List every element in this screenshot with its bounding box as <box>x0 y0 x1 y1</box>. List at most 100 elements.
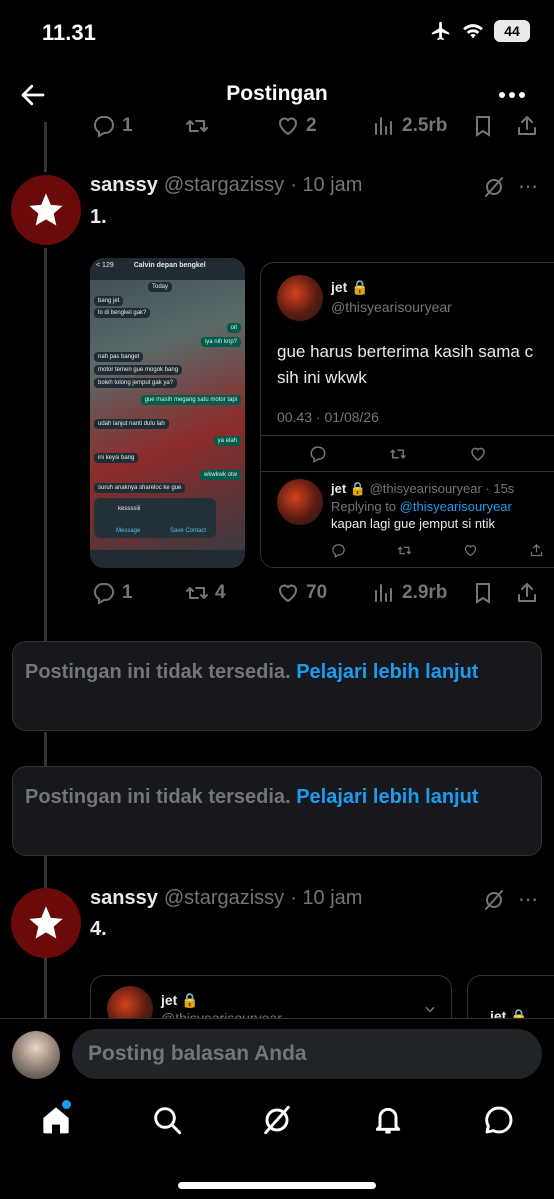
bookmark-icon[interactable] <box>471 581 495 605</box>
chat-message: oit <box>226 323 241 333</box>
grok-icon[interactable] <box>482 888 506 912</box>
chat-date: Today <box>148 282 173 292</box>
status-icons: 44 <box>430 20 530 42</box>
chat-message: gue masih megang satu motor tapi <box>140 395 241 405</box>
avatar[interactable] <box>11 175 81 245</box>
quote-name: jet 🔒 <box>161 992 199 1008</box>
chat-message: bang jet <box>94 296 124 306</box>
search-icon[interactable] <box>151 1104 183 1136</box>
repost-icon <box>186 120 208 132</box>
quote-card[interactable]: jet 🔒 @thisyearisouryear gue harus berte… <box>260 262 554 568</box>
learn-more-link[interactable]: Pelajari lebih lanjut <box>296 786 478 808</box>
post-more-icon[interactable]: ⋯ <box>518 887 538 912</box>
post-text: 4. <box>90 918 107 940</box>
home-indicator <box>178 1182 376 1189</box>
views-icon <box>375 584 392 602</box>
repost-button[interactable] <box>185 114 209 138</box>
heart-icon <box>278 117 298 136</box>
grok-icon[interactable] <box>261 1104 293 1136</box>
chevron-down-icon[interactable] <box>423 1002 437 1016</box>
messages-icon[interactable] <box>483 1104 515 1136</box>
replying-to: Replying to @thisyearisouryear <box>331 499 512 514</box>
like-count: 2 <box>306 115 317 136</box>
reply-count: 1 <box>122 115 133 136</box>
lock-icon: 🔒 <box>181 992 199 1008</box>
divider <box>261 471 554 472</box>
post-header: sanssy @stargazissy · 10 jam <box>90 887 362 910</box>
bookmark-icon[interactable] <box>471 114 495 138</box>
repost-button[interactable]: 4 <box>185 581 226 605</box>
quote-reply-text: kapan lagi gue jemput si ntik <box>331 516 496 531</box>
star-icon <box>29 906 63 939</box>
quote-handle: @thisyearisouryear <box>331 299 452 315</box>
repost-icon <box>186 587 208 599</box>
learn-more-link[interactable]: Pelajari lebih lanjut <box>296 661 478 683</box>
chat-message: nah pas banget <box>94 352 144 362</box>
reply-button[interactable]: 1 <box>92 114 133 138</box>
chat-header: < 129 Calvin depan bengkel <box>90 258 245 280</box>
author-handle[interactable]: @stargazissy <box>164 887 284 910</box>
post-more-icon[interactable]: ⋯ <box>518 174 538 199</box>
like-count: 70 <box>306 582 328 603</box>
bell-icon[interactable] <box>372 1104 404 1136</box>
thread-line <box>44 248 47 642</box>
author-name[interactable]: sanssy <box>90 174 158 197</box>
chat-message: lo di bengkel gak? <box>94 308 151 318</box>
views-button[interactable]: 2.5rb <box>372 114 447 138</box>
reply-icon <box>93 116 114 138</box>
status-bar: 11.31 44 <box>0 0 554 66</box>
share-icon[interactable] <box>515 114 539 138</box>
author-name[interactable]: sanssy <box>90 887 158 910</box>
chat-screenshot[interactable]: < 129 Calvin depan bengkel Today bang je… <box>90 258 245 568</box>
views-count: 2.9rb <box>402 582 448 603</box>
chat-popup: kessssiii Message Save Contact <box>94 498 216 538</box>
divider <box>261 435 554 436</box>
quote-time: 00.43 · 01/08/26 <box>277 409 379 425</box>
wifi-icon <box>463 24 483 39</box>
author-handle[interactable]: @stargazissy <box>164 174 284 197</box>
reply-input[interactable]: Posting balasan Anda <box>72 1029 542 1079</box>
chat-message: udah lanjut nanti dulu lah <box>94 419 169 429</box>
battery-icon: 44 <box>494 20 530 42</box>
like-button[interactable]: 2 <box>276 114 317 138</box>
chat-message: boleh tolong jemput gak ya? <box>94 378 178 388</box>
post-text: 1. <box>90 206 107 228</box>
chat-message: iya nih knp? <box>200 337 241 347</box>
lock-icon: 🔒 <box>351 279 369 295</box>
like-button[interactable]: 70 <box>276 581 327 605</box>
views-icon <box>375 117 392 135</box>
popup-message: Message <box>116 528 141 534</box>
unavailable-post: Postingan ini tidak tersedia. Pelajari l… <box>12 641 542 731</box>
reply-icon <box>332 544 345 558</box>
grok-icon[interactable] <box>482 175 506 199</box>
chat-message: motor temen gue mogok bang <box>94 365 183 375</box>
thread-line <box>44 856 47 888</box>
share-icon <box>530 543 543 557</box>
repost-icon <box>389 449 407 459</box>
post-header: sanssy @stargazissy · 10 jam <box>90 174 362 197</box>
views-button[interactable]: 2.9rb <box>372 581 447 605</box>
thread-line <box>44 732 47 768</box>
airplane-icon <box>431 21 450 41</box>
thread-line <box>44 958 47 1018</box>
star-icon <box>29 193 63 226</box>
unavailable-text: Postingan ini tidak tersedia. <box>25 786 291 808</box>
popup-text: kessssiii <box>118 506 141 512</box>
more-options-icon[interactable] <box>496 80 528 110</box>
quote-name: jet 🔒 <box>331 279 369 295</box>
chat-message: ya elah <box>213 436 241 446</box>
reply-bar: Posting balasan Anda <box>0 1018 554 1090</box>
quote-avatar <box>277 275 323 321</box>
reply-button[interactable]: 1 <box>92 581 133 605</box>
repost-count: 4 <box>215 582 226 603</box>
reply-icon <box>310 446 326 463</box>
popup-save-contact: Save Contact <box>170 528 207 534</box>
user-avatar[interactable] <box>12 1031 60 1079</box>
share-icon[interactable] <box>515 581 539 605</box>
heart-icon <box>464 545 477 557</box>
post-time: · 10 jam <box>290 174 363 196</box>
avatar[interactable] <box>11 888 81 958</box>
quote-text-line2: sih ini wkwk <box>277 368 367 387</box>
page-title: Postingan <box>226 82 328 105</box>
reply-count: 1 <box>122 582 133 603</box>
